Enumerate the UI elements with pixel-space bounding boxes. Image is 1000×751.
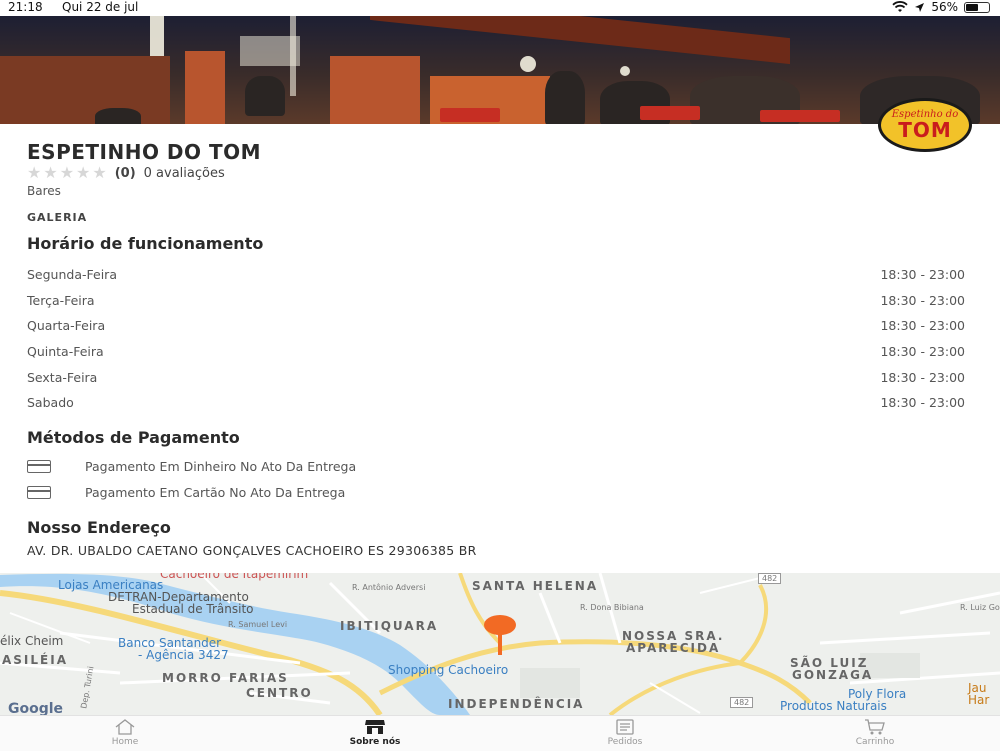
hours-list: Segunda-Feira 18:30 - 23:00 Terça-Feira … — [27, 262, 965, 416]
map-label-luiz-go: R. Luiz Go — [960, 603, 1000, 612]
hours-time: 18:30 - 23:00 — [880, 344, 965, 360]
orders-icon — [614, 719, 636, 735]
hours-time: 18:30 - 23:00 — [880, 369, 965, 385]
logo-text-line2: TOM — [898, 118, 952, 142]
restaurant-cover-photo — [0, 16, 1000, 124]
map-label-detran-line2: Estadual de Trânsito — [132, 602, 254, 616]
map-label-morro-farias: MORRO FARIAS — [162, 671, 289, 685]
bottom-tab-bar: Home Sobre nós Pedidos Carrinho — [0, 715, 1000, 751]
status-bar: 21:18 Qui 22 de jul 56% — [0, 0, 1000, 16]
map-label-aparecida: APARECIDA — [626, 641, 721, 655]
status-date: Qui 22 de jul — [62, 0, 139, 14]
tab-label: Pedidos — [607, 737, 643, 747]
rating-stars: ★ ★ ★ ★ ★ — [27, 165, 107, 181]
gallery-link[interactable]: GALERIA — [27, 211, 87, 224]
restaurant-name: ESPETINHO DO TOM — [27, 140, 262, 164]
hours-row: Terça-Feira 18:30 - 23:00 — [27, 288, 965, 314]
status-indicators: 56% — [892, 0, 990, 14]
tab-sobre-nos[interactable]: Sobre nós — [250, 716, 500, 751]
payment-methods-list: Pagamento Em Dinheiro No Ato Da Entrega … — [27, 454, 627, 505]
payment-method-label: Pagamento Em Cartão No Ato Da Entrega — [85, 484, 346, 500]
store-icon — [364, 719, 386, 735]
star-icon: ★ — [76, 163, 91, 182]
map-label-produtos-naturais: Produtos Naturais — [780, 699, 887, 713]
status-time: 21:18 — [8, 0, 43, 14]
map-label-cheim: élix Cheim — [0, 634, 64, 648]
hours-day: Quinta-Feira — [27, 344, 104, 360]
star-icon: ★ — [59, 163, 75, 182]
hours-row: Sabado 18:30 - 23:00 — [27, 390, 965, 416]
hours-day: Terça-Feira — [27, 292, 95, 308]
star-icon: ★ — [92, 163, 107, 182]
google-logo: Google — [8, 701, 64, 715]
map-label-santander-line2: - Agência 3427 — [138, 648, 229, 662]
map-label-santa-helena: SANTA HELENA — [472, 579, 599, 593]
map-label-centro: CENTRO — [246, 686, 313, 700]
map-shield-482-top: 482 — [758, 573, 782, 584]
map-label-basileia: ASILÉIA — [2, 653, 68, 667]
tab-label: Carrinho — [855, 737, 895, 747]
hours-day: Sabado — [27, 395, 74, 411]
credit-card-icon — [27, 460, 51, 474]
payment-heading: Métodos de Pagamento — [27, 428, 240, 447]
map-label-independencia: INDEPENDÊNCIA — [448, 697, 585, 711]
location-pin-icon — [484, 615, 516, 655]
address-text: AV. DR. UBALDO CAETANO GONÇALVES CACHOEI… — [27, 543, 477, 558]
hours-row: Segunda-Feira 18:30 - 23:00 — [27, 262, 965, 288]
tab-label: Home — [111, 737, 139, 747]
star-icon: ★ — [43, 163, 58, 182]
map-label-samuel-levi: R. Samuel Levi — [228, 620, 288, 629]
payment-method-item: Pagamento Em Cartão No Ato Da Entrega — [27, 480, 627, 506]
map-label-dona-bibiana: R. Dona Bibiana — [580, 603, 644, 612]
map-label-ibitiquara: IBITIQUARA — [340, 619, 439, 633]
cart-icon — [864, 719, 886, 735]
map-label-shopping-cachoeiro: Shopping Cachoeiro — [388, 663, 509, 677]
payment-method-label: Pagamento Em Dinheiro No Ato Da Entrega — [85, 459, 357, 475]
rating-summary: ★ ★ ★ ★ ★ (0) 0 avaliações — [27, 165, 225, 181]
rating-count: (0) — [114, 165, 136, 181]
hours-row: Sexta-Feira 18:30 - 23:00 — [27, 364, 965, 390]
map-label-har: Har — [968, 693, 990, 707]
hours-row: Quarta-Feira 18:30 - 23:00 — [27, 313, 965, 339]
hours-time: 18:30 - 23:00 — [880, 292, 965, 308]
restaurant-category: Bares — [27, 184, 61, 198]
map-label-cachoeiro: Cachoeiro de Itapemirim — [160, 573, 309, 581]
battery-percent: 56% — [931, 0, 958, 14]
wifi-icon — [892, 1, 908, 12]
home-icon — [114, 719, 136, 735]
map-label-antonio-adversi: R. Antônio Adversi — [352, 583, 426, 592]
tab-home[interactable]: Home — [0, 716, 250, 751]
hours-time: 18:30 - 23:00 — [880, 395, 965, 411]
map-label-gonzaga: GONZAGA — [792, 668, 874, 682]
hours-day: Segunda-Feira — [27, 267, 117, 283]
rating-text: 0 avaliações — [143, 165, 225, 181]
credit-card-icon — [27, 485, 51, 499]
hours-heading: Horário de funcionamento — [27, 234, 264, 253]
tab-pedidos[interactable]: Pedidos — [500, 716, 750, 751]
hours-time: 18:30 - 23:00 — [880, 318, 965, 334]
payment-method-item: Pagamento Em Dinheiro No Ato Da Entrega — [27, 454, 627, 480]
star-icon: ★ — [27, 163, 42, 182]
hours-day: Sexta-Feira — [27, 369, 98, 385]
address-heading: Nosso Endereço — [27, 518, 171, 537]
map-shield-482-bottom: 482 — [730, 697, 754, 708]
hours-time: 18:30 - 23:00 — [880, 267, 965, 283]
hours-day: Quarta-Feira — [27, 318, 106, 334]
restaurant-logo: Espetinho do TOM — [878, 98, 972, 152]
tab-label: Sobre nós — [349, 737, 401, 747]
hours-row: Quinta-Feira 18:30 - 23:00 — [27, 339, 965, 365]
tab-carrinho[interactable]: Carrinho — [750, 716, 1000, 751]
battery-icon — [964, 1, 990, 13]
location-arrow-icon — [915, 2, 925, 12]
